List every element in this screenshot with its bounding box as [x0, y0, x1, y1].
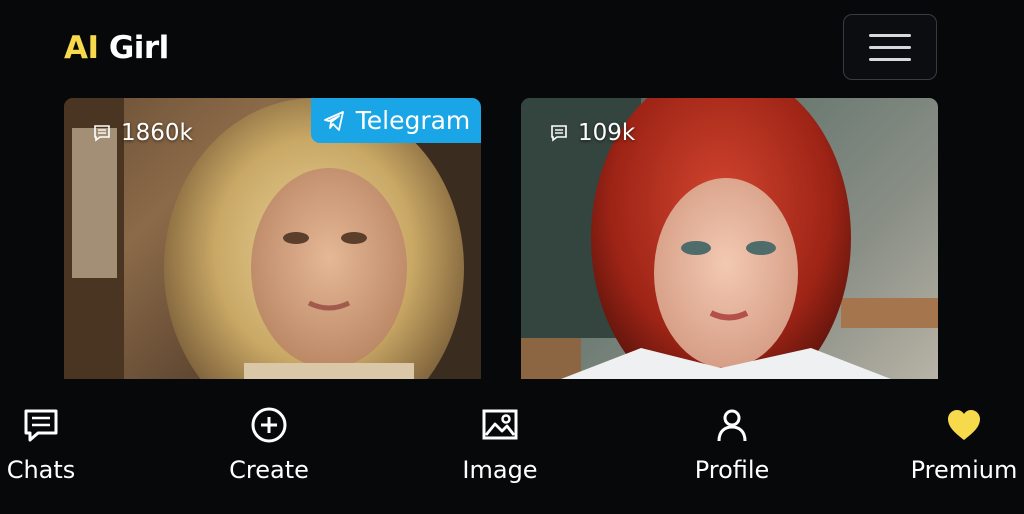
- image-icon: [482, 409, 518, 440]
- nav-label: Chats: [6, 456, 76, 484]
- bottom-navigation: Chats Create Image Profile Premium: [0, 392, 1024, 514]
- telegram-icon: [323, 110, 344, 131]
- nav-label: Premium: [910, 456, 1018, 484]
- menu-bar-line: [869, 57, 911, 61]
- menu-bar-line: [869, 33, 911, 37]
- app-page: AI Girl 1860k Telegram 109k Chats Create…: [0, 0, 1024, 514]
- message-count-value: 109k: [578, 120, 636, 146]
- message-icon: [551, 125, 567, 142]
- message-count-value: 1860k: [121, 120, 193, 146]
- message-icon: [94, 125, 110, 142]
- chat-icon: [24, 409, 58, 442]
- hamburger-menu-button[interactable]: [843, 14, 937, 80]
- telegram-badge-label: Telegram: [355, 106, 471, 135]
- person-icon: [717, 409, 747, 442]
- logo-girl-text: Girl: [108, 30, 170, 66]
- nav-label: Profile: [694, 456, 770, 484]
- heart-icon: [948, 410, 980, 440]
- telegram-badge[interactable]: Telegram: [311, 98, 481, 143]
- nav-item-premium[interactable]: Premium: [904, 406, 1024, 506]
- nav-label: Image: [462, 456, 538, 484]
- nav-label: Create: [229, 456, 309, 484]
- plus-circle-icon: [251, 407, 287, 443]
- message-count: 1860k: [92, 120, 193, 146]
- logo-ai-text: AI: [64, 30, 99, 66]
- character-card[interactable]: 1860k Telegram: [64, 98, 481, 379]
- nav-item-create[interactable]: Create: [219, 406, 319, 506]
- character-card[interactable]: 109k: [521, 98, 938, 379]
- menu-bar-line: [869, 45, 911, 49]
- nav-item-image[interactable]: Image: [452, 406, 548, 506]
- nav-item-chats[interactable]: Chats: [0, 406, 82, 506]
- nav-item-profile[interactable]: Profile: [684, 406, 780, 506]
- app-logo[interactable]: AI Girl: [64, 28, 169, 68]
- message-count: 109k: [549, 120, 635, 146]
